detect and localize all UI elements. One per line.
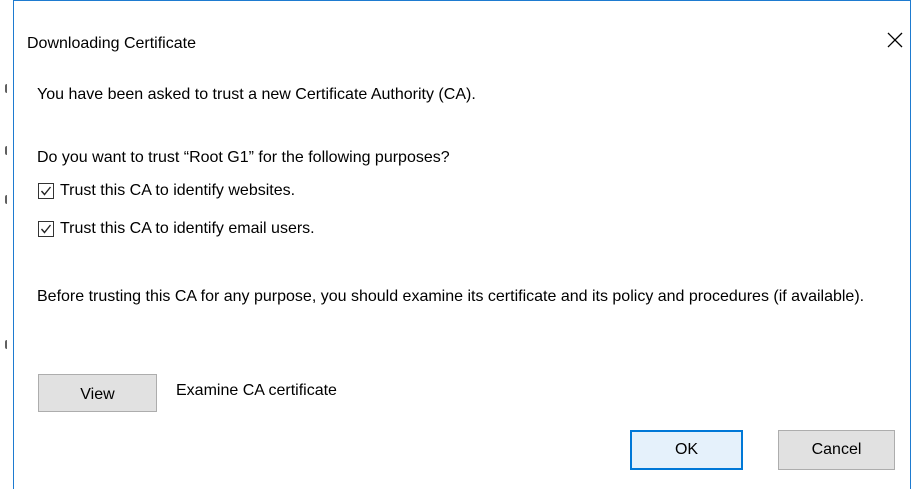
- background-edge-mark: [5, 146, 10, 155]
- close-icon: [887, 32, 903, 48]
- view-button[interactable]: View: [38, 374, 157, 412]
- cancel-button[interactable]: Cancel: [778, 430, 895, 470]
- intro-text: You have been asked to trust a new Certi…: [37, 86, 476, 103]
- background-edge-mark: [5, 84, 10, 93]
- websites-checkbox-label: Trust this CA to identify websites.: [60, 182, 296, 199]
- websites-checkbox[interactable]: [38, 183, 54, 199]
- advice-text: Before trusting this CA for any purpose,…: [37, 288, 865, 305]
- dialog-titlebar[interactable]: Downloading Certificate: [14, 1, 910, 73]
- dialog-title: Downloading Certificate: [27, 35, 196, 52]
- checkmark-icon: [40, 186, 52, 196]
- view-description: Examine CA certificate: [176, 382, 337, 399]
- question-text: Do you want to trust “Root G1” for the f…: [37, 149, 450, 166]
- checkmark-icon: [40, 224, 52, 234]
- close-button[interactable]: [880, 25, 910, 55]
- option-identify-websites[interactable]: Trust this CA to identify websites.: [38, 180, 295, 202]
- certificate-dialog: Downloading Certificate You have been as…: [13, 0, 911, 489]
- background-edge-mark: [5, 195, 10, 204]
- email-users-checkbox[interactable]: [38, 221, 54, 237]
- option-identify-email-users[interactable]: Trust this CA to identify email users.: [38, 218, 315, 240]
- email-users-checkbox-label: Trust this CA to identify email users.: [60, 220, 315, 237]
- background-edge-mark: [5, 340, 10, 349]
- ok-button[interactable]: OK: [630, 430, 743, 470]
